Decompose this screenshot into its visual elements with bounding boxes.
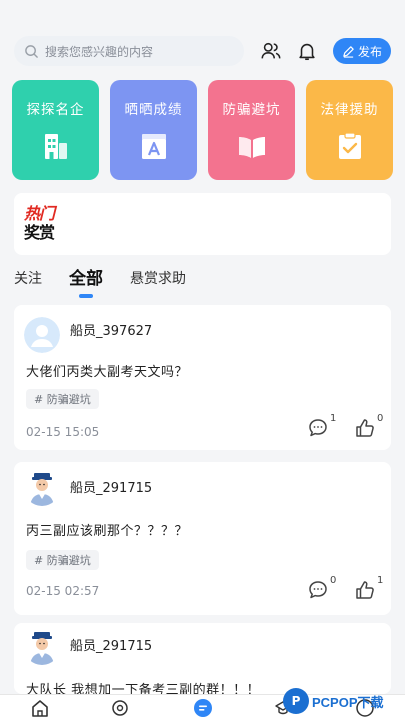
category-card-anti-fraud[interactable]: 防骗避坑 <box>208 80 295 180</box>
comment-icon[interactable] <box>307 579 329 601</box>
watermark-text: PCPOP下载 <box>312 694 384 710</box>
category-card-legal[interactable]: 法律援助 <box>306 80 393 180</box>
comment-count: 0 <box>330 575 337 586</box>
post-tag[interactable]: # 防骗避坑 <box>26 389 99 409</box>
avatar[interactable] <box>24 470 60 506</box>
category-grid: 探探名企 晒晒成绩 防骗避坑 法律援助 <box>12 80 393 180</box>
post-username[interactable]: 船员_397627 <box>70 320 152 339</box>
contacts-icon[interactable] <box>260 40 282 62</box>
watermark-logo-icon: P <box>283 688 309 714</box>
like-count: 0 <box>377 413 384 424</box>
post-username[interactable]: 船员_291715 <box>70 635 152 654</box>
comment-icon[interactable] <box>307 417 329 439</box>
thumbs-up-icon[interactable] <box>354 417 376 439</box>
like-count: 1 <box>377 575 384 586</box>
post-card[interactable]: 船员_291715 丙三副应该刷那个？？？？ # 防骗避坑 02-15 02:5… <box>14 462 391 615</box>
avatar[interactable] <box>24 629 60 665</box>
category-card-company[interactable]: 探探名企 <box>12 80 99 180</box>
post-content[interactable]: 大队长 我想加一下备考三副的群！！！ <box>26 679 260 694</box>
category-label: 探探名企 <box>26 102 85 118</box>
tab-bounty-help[interactable]: 悬赏求助 <box>130 268 186 288</box>
search-placeholder: 搜索您感兴趣的内容 <box>45 44 154 59</box>
post-username[interactable]: 船员_291715 <box>70 477 152 496</box>
publish-button[interactable]: 发布 <box>333 38 391 64</box>
post-card[interactable]: 船员_397627 大佬们丙类大副考天文吗？ # 防骗避坑 02-15 15:0… <box>14 305 391 450</box>
edit-icon <box>343 45 354 58</box>
post-content[interactable]: 丙三副应该刷那个？？？？ <box>26 520 188 539</box>
building-icon <box>45 134 67 159</box>
post-tag[interactable]: # 防骗避坑 <box>26 550 99 570</box>
bell-icon[interactable] <box>296 40 318 62</box>
top-bar: 搜索您感兴趣的内容 发布 <box>0 0 405 72</box>
pcpop-watermark: P PCPOP下载 <box>283 686 384 716</box>
hot-rewards-logo: 热门 奖赏 <box>24 204 64 246</box>
checklist-icon <box>339 132 361 159</box>
hot-rewards-line2: 奖赏 <box>24 223 55 242</box>
thumbs-up-icon[interactable] <box>354 579 376 601</box>
hot-rewards-line1: 热门 <box>24 204 55 223</box>
category-label: 防骗避坑 <box>222 102 281 118</box>
hot-rewards-banner[interactable]: 热门 奖赏 <box>14 193 391 255</box>
active-tab-indicator <box>79 294 93 298</box>
avatar[interactable] <box>24 317 60 353</box>
category-label: 晒晒成绩 <box>124 102 183 118</box>
category-label: 法律援助 <box>320 102 379 118</box>
publish-label: 发布 <box>357 44 382 59</box>
post-card[interactable]: 船员_291715 大队长 我想加一下备考三副的群！！！ <box>14 623 391 694</box>
search-input[interactable]: 搜索您感兴趣的内容 <box>14 36 244 66</box>
comment-count: 1 <box>330 413 337 424</box>
tab-all[interactable]: 全部 <box>69 264 103 289</box>
feed-tabs: 关注 全部 悬赏求助 <box>0 266 405 300</box>
post-content[interactable]: 大佬们丙类大副考天文吗？ <box>26 361 188 380</box>
post-time: 02-15 15:05 <box>26 425 100 439</box>
search-icon <box>25 44 38 58</box>
post-time: 02-15 02:57 <box>26 584 100 598</box>
community-icon[interactable] <box>193 698 213 718</box>
home-icon[interactable] <box>30 698 50 718</box>
category-card-grades[interactable]: 晒晒成绩 <box>110 80 197 180</box>
ship-icon[interactable] <box>110 698 130 718</box>
tab-following[interactable]: 关注 <box>14 268 42 288</box>
grade-a-icon <box>142 134 166 159</box>
open-book-icon <box>239 137 265 158</box>
